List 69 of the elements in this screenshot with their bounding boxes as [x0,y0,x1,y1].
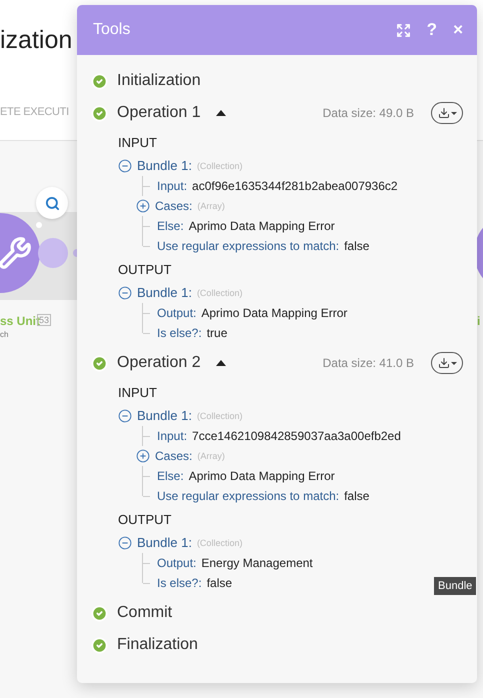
section-heading: OUTPUT [118,262,172,277]
caret-icon[interactable] [216,110,226,116]
collapse-icon[interactable] [118,408,132,422]
download-button[interactable] [431,102,463,124]
bundle-type: (Collection) [196,288,242,298]
bundle-type: (Collection) [196,160,242,170]
bundle-label[interactable]: Bundle 1: [137,158,192,173]
search-icon [44,196,60,210]
check-circle-icon [91,636,108,654]
wrench-icon [0,236,32,270]
collapse-icon[interactable] [118,286,132,300]
field-value: 7cce1462109842859037aa3a00efb2ed [192,429,401,443]
field-key: Output: [157,556,196,570]
field-value: false [344,239,370,253]
section-heading: INPUT [118,385,158,400]
step-label: Finalization [117,636,198,654]
download-button[interactable] [431,352,463,374]
collapse-icon[interactable] [118,536,132,550]
field-value: Aprimo Data Mapping Error [201,306,348,320]
download-icon [438,107,450,119]
check-circle-icon [91,604,108,622]
field-key: Use regular expressions to match: [157,489,340,503]
download-icon [438,357,450,369]
field-key: Input: [157,429,188,443]
step-label: Commit [117,604,172,622]
expand-icon[interactable] [396,22,411,38]
step-label[interactable]: Operation 2 [117,354,201,372]
field-value: Aprimo Data Mapping Error [188,219,335,233]
expand-icon[interactable] [136,199,150,213]
field-key: Output: [157,306,196,320]
field-key: Else: [157,469,184,483]
bundle-tooltip: Bundle [434,577,476,595]
bundle-type: (Collection) [196,538,242,548]
field-value: false [206,576,232,590]
field-value: true [206,326,228,340]
check-circle-icon [91,104,108,122]
field-key: Input: [157,179,188,193]
field-value: false [344,489,370,503]
expand-icon[interactable] [136,449,150,463]
section-heading: OUTPUT [118,512,172,527]
field-value: ac0f96e1635344f281b2abea007936c2 [192,179,398,193]
bundle-label[interactable]: Bundle 1: [137,285,192,300]
field-value: Energy Management [201,556,313,570]
field-value: Aprimo Data Mapping Error [188,469,335,483]
section-heading: INPUT [118,135,158,150]
panel-title: Tools [93,21,132,39]
check-circle-icon [91,354,108,372]
field-key: Is else?: [157,326,202,340]
field-key: Is else?: [157,576,202,590]
bundle-type: (Collection) [196,410,242,420]
page-title: ization [0,26,72,55]
data-size: Data size: 41.0 B [322,356,414,370]
data-size: Data size: 49.0 B [322,106,414,120]
field-type: (Array) [197,201,225,211]
collapse-icon[interactable] [118,158,132,172]
step-label[interactable]: Operation 1 [117,104,201,122]
module-subtitle: ch [0,330,8,339]
caret-icon[interactable] [216,360,226,366]
step-label: Initialization [117,72,201,90]
field-type: (Array) [197,451,225,461]
field-key: Cases: [155,449,192,463]
bundle-label[interactable]: Bundle 1: [137,535,192,550]
field-key: Cases: [155,199,192,213]
field-key: Else: [157,219,184,233]
module-name: i [477,314,480,328]
search-bubble[interactable] [36,187,68,219]
check-circle-icon [91,72,108,90]
field-key: Use regular expressions to match: [157,239,340,253]
bundle-label[interactable]: Bundle 1: [137,408,192,423]
